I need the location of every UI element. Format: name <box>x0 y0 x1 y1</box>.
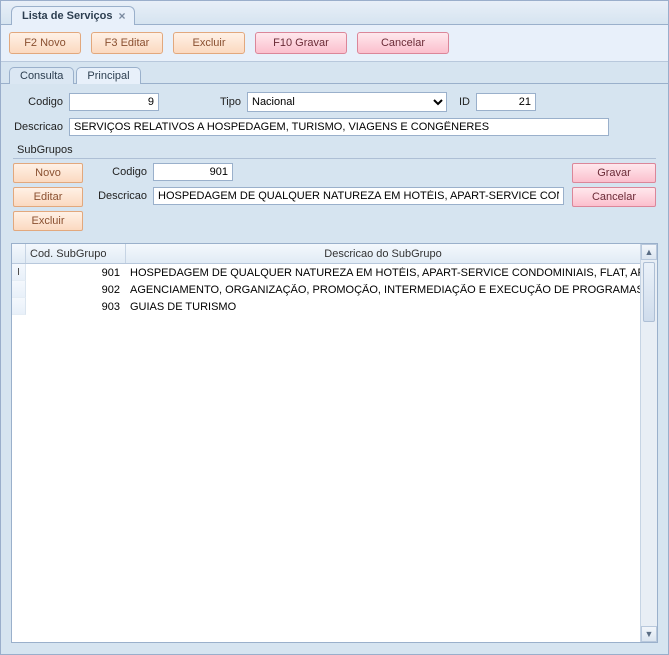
table-row[interactable]: 902 AGENCIAMENTO, ORGANIZAÇÃO, PROMOÇÃO,… <box>12 281 640 298</box>
subgrupo-novo-button[interactable]: Novo <box>13 163 83 183</box>
row-indicator-icon <box>12 298 26 315</box>
row-indicator-icon: I <box>12 264 26 281</box>
cell-desc: AGENCIAMENTO, ORGANIZAÇÃO, PROMOÇÃO, INT… <box>126 284 640 296</box>
grid-row-selector-header <box>12 244 26 263</box>
tab-consulta[interactable]: Consulta <box>9 67 74 84</box>
table-row[interactable]: I 901 HOSPEDAGEM DE QUALQUER NATUREZA EM… <box>12 264 640 281</box>
codigo-input[interactable] <box>69 93 159 111</box>
f2-novo-button[interactable]: F2 Novo <box>9 32 81 54</box>
subgrupos-header: SubGrupos <box>13 142 656 159</box>
codigo-label: Codigo <box>13 96 63 108</box>
subgrupo-codigo-label: Codigo <box>97 166 147 178</box>
descricao-input[interactable] <box>69 118 609 136</box>
vertical-scrollbar[interactable]: ▲ ▼ <box>640 244 657 642</box>
inner-tabbar: Consulta Principal <box>1 62 668 84</box>
cell-cod: 902 <box>26 284 126 296</box>
subgrupo-codigo-input[interactable] <box>153 163 233 181</box>
subgrupo-grid: Cod. SubGrupo Descricao do SubGrupo I 90… <box>11 243 658 643</box>
grid-col-descricao[interactable]: Descricao do SubGrupo <box>126 244 640 263</box>
window-tabbar: Lista de Serviços × <box>1 1 668 25</box>
cell-cod: 901 <box>26 267 126 279</box>
scroll-down-icon[interactable]: ▼ <box>641 626 657 642</box>
subgrupo-editar-button[interactable]: Editar <box>13 187 83 207</box>
tab-principal[interactable]: Principal <box>76 67 140 84</box>
excluir-button[interactable]: Excluir <box>173 32 245 54</box>
cell-desc: HOSPEDAGEM DE QUALQUER NATUREZA EM HOTÉI… <box>126 267 640 279</box>
row-indicator-icon <box>12 281 26 298</box>
cancelar-button[interactable]: Cancelar <box>357 32 449 54</box>
tipo-label: Tipo <box>211 96 241 108</box>
toolbar: F2 Novo F3 Editar Excluir F10 Gravar Can… <box>1 25 668 62</box>
f3-editar-button[interactable]: F3 Editar <box>91 32 163 54</box>
grid-header: Cod. SubGrupo Descricao do SubGrupo <box>12 244 640 264</box>
window-title: Lista de Serviços <box>22 10 113 22</box>
close-icon[interactable]: × <box>119 11 126 21</box>
f10-gravar-button[interactable]: F10 Gravar <box>255 32 347 54</box>
descricao-label: Descricao <box>13 121 63 133</box>
cell-cod: 903 <box>26 301 126 313</box>
table-row[interactable]: 903 GUIAS DE TURISMO <box>12 298 640 315</box>
grid-rows: I 901 HOSPEDAGEM DE QUALQUER NATUREZA EM… <box>12 264 640 315</box>
subgrupo-descricao-label: Descricao <box>97 190 147 202</box>
id-input[interactable] <box>476 93 536 111</box>
scroll-thumb[interactable] <box>643 262 655 322</box>
scroll-up-icon[interactable]: ▲ <box>641 244 657 260</box>
subgrupo-excluir-button[interactable]: Excluir <box>13 211 83 231</box>
subgrupo-gravar-button[interactable]: Gravar <box>572 163 656 183</box>
subgrupo-descricao-input[interactable] <box>153 187 564 205</box>
cell-desc: GUIAS DE TURISMO <box>126 301 640 313</box>
form-panel: Codigo Tipo Nacional ID Descricao SubGru… <box>1 84 668 237</box>
grid-col-codigo[interactable]: Cod. SubGrupo <box>26 244 126 263</box>
subgrupo-cancelar-button[interactable]: Cancelar <box>572 187 656 207</box>
window-tab[interactable]: Lista de Serviços × <box>11 6 135 25</box>
tipo-select[interactable]: Nacional <box>247 92 447 112</box>
id-label: ID <box>459 96 470 108</box>
